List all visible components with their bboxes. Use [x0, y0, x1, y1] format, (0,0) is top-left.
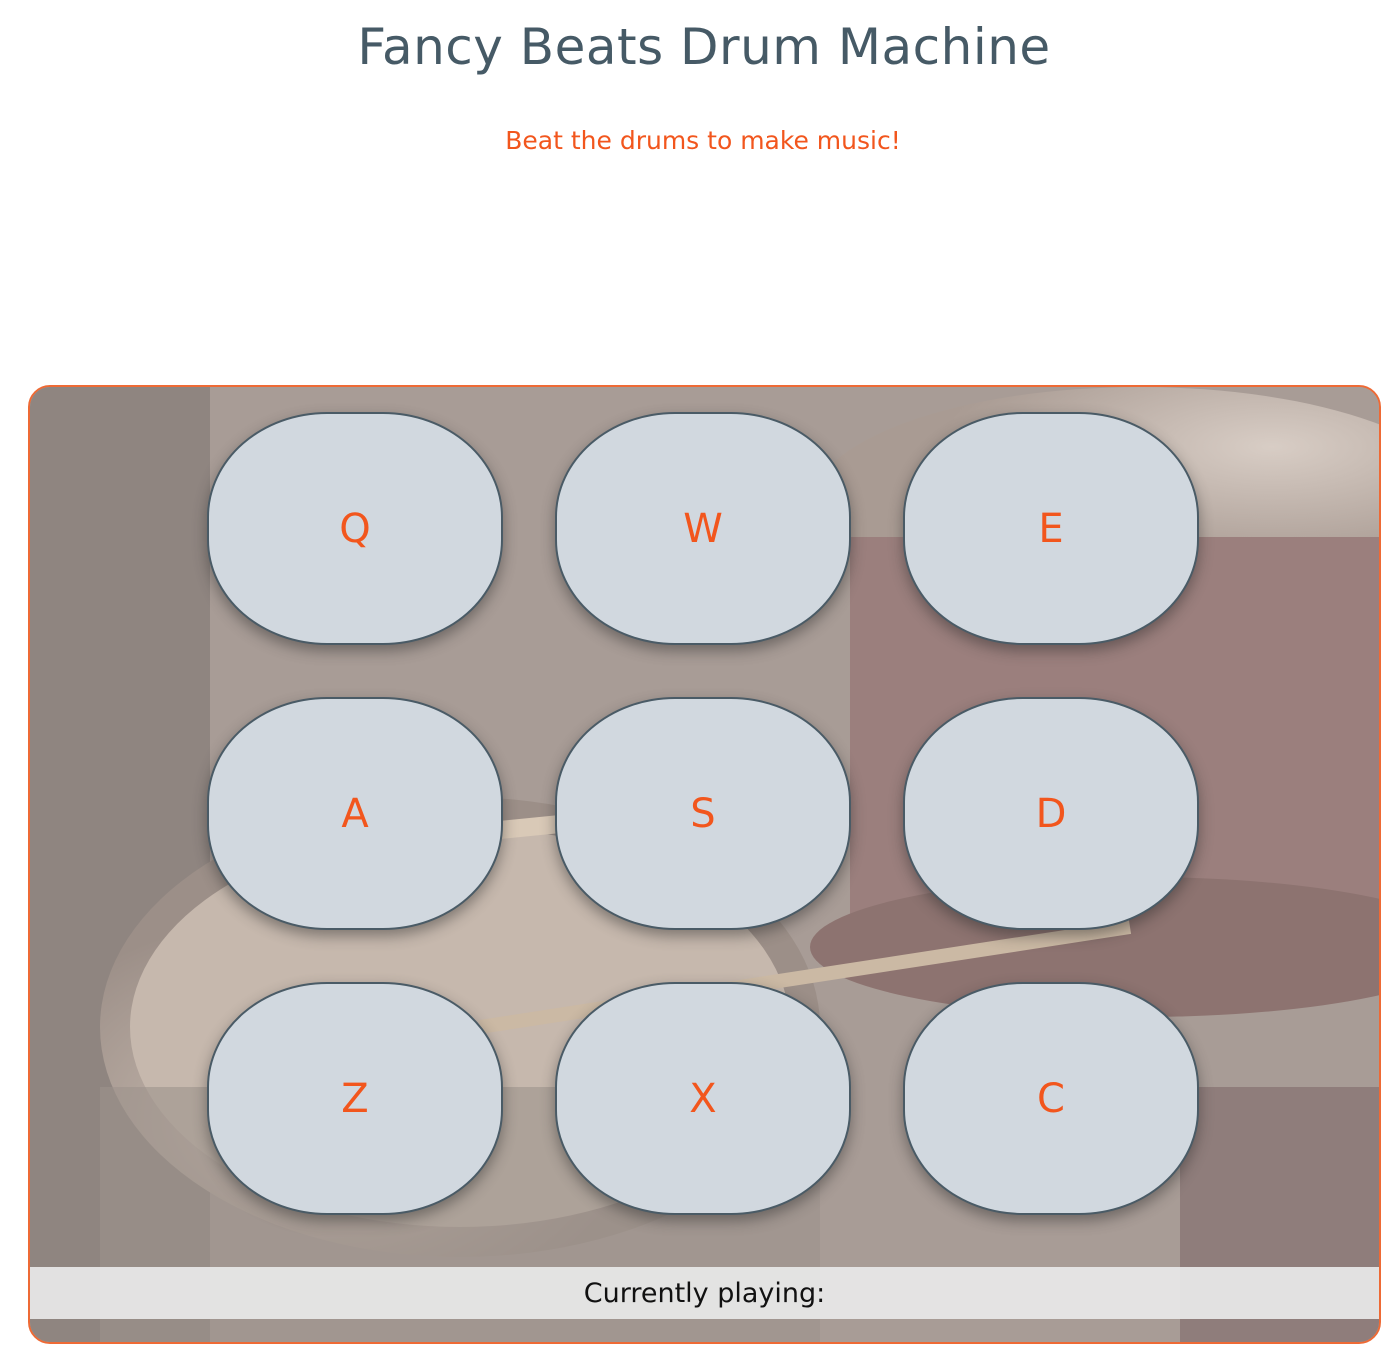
now-playing-label: Currently playing: — [583, 1277, 826, 1309]
drum-pad-a[interactable]: A — [207, 697, 503, 930]
drum-pad-c[interactable]: C — [903, 982, 1199, 1215]
drum-pad-z[interactable]: Z — [207, 982, 503, 1215]
drum-machine-panel: Q W E A S D Z X C Currently playing: — [28, 385, 1381, 1344]
drum-machine-page: Fancy Beats Drum Machine Beat the drums … — [0, 0, 1396, 1357]
drum-pad-q[interactable]: Q — [207, 412, 503, 645]
drum-pad-e[interactable]: E — [903, 412, 1199, 645]
page-title: Fancy Beats Drum Machine — [357, 18, 1051, 76]
drum-pad-x[interactable]: X — [555, 982, 851, 1215]
now-playing-bar: Currently playing: — [30, 1267, 1379, 1319]
drum-pad-s[interactable]: S — [555, 697, 851, 930]
drum-pad-d[interactable]: D — [903, 697, 1199, 930]
drum-pad-w[interactable]: W — [555, 412, 851, 645]
page-subtitle: Beat the drums to make music! — [505, 126, 901, 155]
